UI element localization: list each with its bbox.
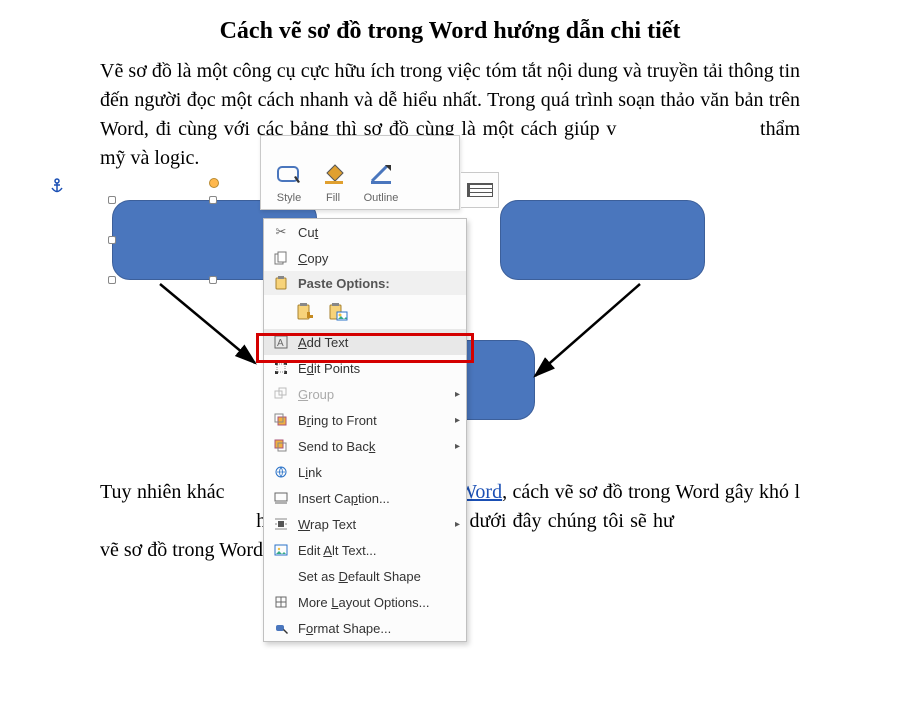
menu-cut-label: Cut [298,225,460,240]
menu-paste-options [264,295,466,329]
outline-icon [367,160,395,188]
menu-copy[interactable]: Copy [264,245,466,271]
alt-text-icon [270,543,292,557]
menu-group: Group ▸ [264,381,466,407]
menu-cut[interactable]: ✂ Cut [264,219,466,245]
layout-options-icon [270,595,292,609]
chevron-right-icon: ▸ [450,441,460,452]
menu-format-shape[interactable]: Format Shape... [264,615,466,641]
paragraph-2a: Tuy nhiên khác [100,481,225,503]
clipboard-icon [270,276,292,290]
bring-front-icon [270,413,292,427]
menu-add-text-label: Add Text [298,335,460,350]
menu-bring-front-label: Bring to Front [298,413,450,428]
menu-paste-header-label: Paste Options: [298,276,460,291]
mini-fill-button[interactable]: Fill [311,160,355,204]
menu-bring-front[interactable]: Bring to Front ▸ [264,407,466,433]
paragraph-1a: Vẽ sơ đồ là một công cụ cực hữu ích tron… [100,60,800,140]
menu-add-text[interactable]: A Add Text [264,329,466,355]
chevron-right-icon: ▸ [450,415,460,426]
caption-icon [270,491,292,505]
menu-edit-alt[interactable]: Edit Alt Text... [264,537,466,563]
menu-copy-label: Copy [298,251,460,266]
paste-keep-formatting-button[interactable] [294,300,318,324]
mini-style-button[interactable]: Style [267,160,311,204]
menu-insert-caption[interactable]: Insert Caption... [264,485,466,511]
add-text-icon: A [270,335,292,349]
resize-handle-s[interactable] [209,276,217,284]
resize-handle-w[interactable] [108,236,116,244]
fill-icon [319,160,347,188]
menu-edit-points-label: Edit Points [298,361,460,376]
menu-edit-alt-label: Edit Alt Text... [298,543,460,558]
arrow-1 [150,278,270,373]
context-menu: ✂ Cut Copy Paste Options: A Add Text Edi… [263,218,467,642]
edit-points-icon [270,361,292,375]
chevron-right-icon: ▸ [450,519,460,530]
arrow-2 [520,278,660,388]
mini-layout-button[interactable] [461,172,499,208]
menu-wrap-text[interactable]: Wrap Text ▸ [264,511,466,537]
menu-set-default-label: Set as Default Shape [298,569,460,584]
chevron-right-icon: ▸ [450,389,460,400]
menu-wrap-text-label: Wrap Text [298,517,450,532]
menu-format-shape-label: Format Shape... [298,621,460,636]
menu-paste-header: Paste Options: [264,271,466,295]
link-icon [270,465,292,479]
anchor-icon [50,178,64,196]
shape-rect-2[interactable] [500,200,705,280]
paragraph-2b: , cách vẽ sơ đồ trong Word gây khó l [502,481,800,503]
menu-group-label: Group [298,387,450,402]
menu-send-back[interactable]: Send to Back ▸ [264,433,466,459]
resize-handle-sw[interactable] [108,276,116,284]
menu-edit-points[interactable]: Edit Points [264,355,466,381]
mini-outline-button[interactable]: Outline [355,160,407,204]
wrap-text-icon [270,517,292,531]
mini-fill-label: Fill [326,192,340,204]
menu-send-back-label: Send to Back [298,439,450,454]
send-back-icon [270,439,292,453]
scissors-icon: ✂ [270,224,292,240]
style-icon [275,160,303,188]
format-shape-icon [270,621,292,635]
article-title: Cách vẽ sơ đồ trong Word hướng dẫn chi t… [100,18,800,45]
menu-link[interactable]: Link [264,459,466,485]
svg-text:A: A [277,338,284,349]
menu-set-default[interactable]: Set as Default Shape [264,563,466,589]
resize-handle-n[interactable] [209,196,217,204]
paste-picture-button[interactable] [326,300,350,324]
menu-more-layout[interactable]: More Layout Options... [264,589,466,615]
mini-toolbar: Style Fill Outline [260,135,460,210]
paragraph-2d: vẽ sơ đồ trong Word. [100,539,268,561]
group-icon [270,387,292,401]
resize-handle-nw[interactable] [108,196,116,204]
menu-insert-caption-label: Insert Caption... [298,491,460,506]
mini-style-label: Style [277,192,301,204]
layout-icon [467,183,493,197]
copy-icon [270,251,292,265]
mini-outline-label: Outline [364,192,399,204]
menu-more-layout-label: More Layout Options... [298,595,460,610]
menu-link-label: Link [298,465,460,480]
